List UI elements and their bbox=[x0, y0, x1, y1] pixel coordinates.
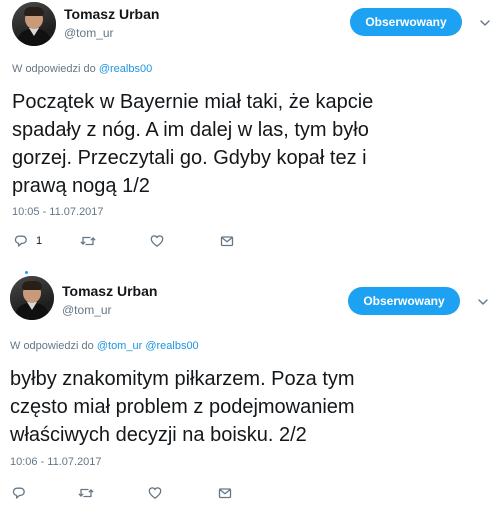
retweet-icon bbox=[80, 236, 96, 246]
author-handle[interactable]: @tom_ur bbox=[62, 303, 112, 317]
reply-mention[interactable]: @realbs00 bbox=[99, 63, 152, 75]
retweet-button[interactable] bbox=[80, 233, 96, 249]
chevron-down-icon[interactable] bbox=[479, 17, 491, 29]
following-button[interactable]: Obserwowany bbox=[350, 8, 462, 36]
reply-context: W odpowiedzi do @realbs00 bbox=[12, 63, 152, 75]
direct-message-button[interactable] bbox=[220, 233, 234, 249]
reply-prefix: W odpowiedzi do bbox=[10, 340, 94, 352]
reply-icon bbox=[14, 235, 27, 247]
tweet-timestamp[interactable]: 10:05 - 11.07.2017 bbox=[12, 206, 104, 218]
like-button[interactable] bbox=[150, 233, 164, 249]
chevron-down-icon[interactable] bbox=[477, 296, 489, 308]
author-handle[interactable]: @tom_ur bbox=[64, 26, 114, 40]
heart-icon bbox=[150, 235, 164, 247]
tweet-text: byłby znakomitym piłkarzem. Poza tym czę… bbox=[10, 365, 355, 449]
direct-message-button[interactable] bbox=[218, 485, 232, 501]
like-button[interactable] bbox=[148, 485, 162, 501]
tweet-text-line: Początek w Bayernie miał taki, że kapcie bbox=[12, 91, 374, 113]
reply-button[interactable]: 1 bbox=[14, 233, 42, 249]
tweet-timestamp[interactable]: 10:06 - 11.07.2017 bbox=[10, 456, 102, 468]
retweet-icon bbox=[78, 488, 94, 498]
author-name[interactable]: Tomasz Urban bbox=[62, 283, 157, 299]
tweet-text-line: właściwych decyzji na boisku. 2/2 bbox=[10, 424, 307, 446]
retweet-button[interactable] bbox=[78, 485, 94, 501]
avatar[interactable] bbox=[10, 276, 54, 320]
tweet-text-line: gorzej. Przeczytali go. Gdyby kopał tez … bbox=[12, 147, 367, 169]
author-name[interactable]: Tomasz Urban bbox=[64, 6, 159, 22]
tweet-text-line: byłby znakomitym piłkarzem. Poza tym bbox=[10, 368, 355, 390]
reply-mention[interactable]: @realbs00 bbox=[145, 340, 198, 352]
tweet-text: Początek w Bayernie miał taki, że kapcie… bbox=[12, 88, 373, 200]
avatar[interactable] bbox=[12, 2, 56, 46]
tweet-text-line: prawą nogą 1/2 bbox=[12, 175, 150, 197]
following-button[interactable]: Obserwowany bbox=[348, 287, 460, 315]
reply-context: W odpowiedzi do @tom_ur @realbs00 bbox=[10, 340, 199, 352]
envelope-icon bbox=[220, 236, 234, 247]
tweet[interactable]: Tomasz Urban @tom_ur Obserwowany W odpow… bbox=[0, 268, 500, 523]
reply-button[interactable] bbox=[12, 485, 34, 501]
tweet-text-line: często miał problem z podejmowaniem bbox=[10, 396, 355, 418]
reply-mention[interactable]: @tom_ur bbox=[97, 340, 142, 352]
heart-icon bbox=[148, 487, 162, 499]
reply-prefix: W odpowiedzi do bbox=[12, 63, 96, 75]
envelope-icon bbox=[218, 488, 232, 499]
tweet-text-line: spadały z nóg. A im dalej w las, tym był… bbox=[12, 119, 369, 141]
reply-count: 1 bbox=[36, 235, 43, 247]
tweet[interactable]: Tomasz Urban @tom_ur Obserwowany W odpow… bbox=[0, 0, 500, 262]
reply-icon bbox=[12, 487, 25, 499]
